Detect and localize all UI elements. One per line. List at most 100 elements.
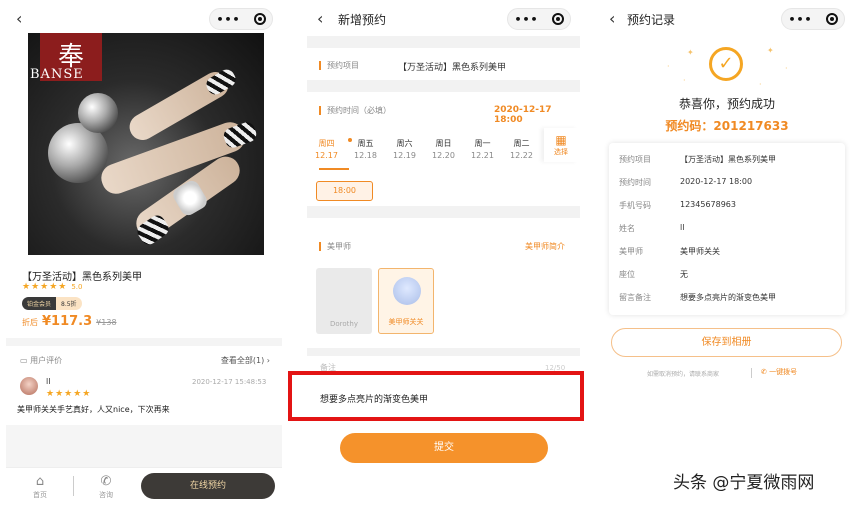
tab-divider: [73, 476, 74, 496]
selected-day-indicator: [319, 168, 349, 170]
calendar-icon: ▦: [555, 133, 567, 147]
member-discount-badge: 铂金会员 8.5折: [22, 297, 82, 310]
tab-home-label: 首页: [33, 491, 47, 499]
technician-name: 美甲师关关: [388, 318, 424, 326]
reviewer-avatar: [20, 377, 38, 395]
technician-label: 美甲师: [319, 242, 351, 251]
project-value: 【万圣活动】黑色系列美甲: [398, 63, 507, 73]
rating-value: 5.0: [71, 283, 83, 291]
close-target-icon[interactable]: [253, 13, 266, 25]
reviews-label: ▭ 用户评价: [20, 356, 63, 365]
submit-button[interactable]: 提交: [340, 433, 548, 463]
project-label: 预约项目: [319, 61, 359, 70]
view-all-reviews-link[interactable]: 查看全部(1) ›: [221, 355, 270, 366]
review-text: 美甲师关关手艺真好，人又nice，下次再来: [17, 405, 170, 414]
sparkle-icon: ✦: [687, 48, 694, 57]
review-header: ▭ 用户评价 查看全部(1) ›: [20, 355, 270, 366]
today-dot: [348, 138, 352, 142]
discount-price: ¥117.3: [42, 314, 93, 329]
day-option[interactable]: 周六 12.19: [385, 138, 424, 162]
back-arrow-icon[interactable]: ‹: [317, 9, 323, 28]
comment-icon: ▭: [20, 356, 31, 365]
success-check-icon: ✓: [709, 47, 743, 81]
mini-program-capsule[interactable]: •••: [507, 8, 571, 30]
technician-option[interactable]: Dorothy: [316, 268, 372, 334]
time-slot-chip[interactable]: 18:00: [316, 181, 373, 201]
booking-record-screen: ‹ 预约记录 ••• · ✦ · ✦ · · ✓ 恭喜你，预约成功 预约码：20…: [599, 0, 855, 506]
hint-divider: [751, 368, 752, 378]
info-row: 座位无: [619, 270, 688, 279]
price-label: 折后: [22, 318, 38, 327]
booking-code-value: 201217633: [713, 119, 789, 133]
tab-consult[interactable]: ✆ 咨询: [86, 474, 126, 500]
time-label: 预约时间（必填）: [319, 106, 391, 115]
cancel-hint: 如需取消预约，请联系商家: [647, 371, 720, 378]
booking-info-card: 预约项目 【万圣活动】黑色系列美甲 预约时间 2020-12-17 18:00 手机…: [609, 143, 845, 315]
booking-code-label: 预约码：: [665, 119, 714, 133]
sparkle-icon: ·: [759, 80, 762, 89]
technician-avatar: [393, 277, 421, 305]
save-to-album-button[interactable]: 保存到相册: [611, 328, 842, 357]
product-rating: ★★★★★ 5.0: [22, 282, 82, 292]
member-badge: 铂金会员: [22, 297, 57, 310]
close-target-icon[interactable]: [551, 13, 564, 25]
page-title: 预约记录: [627, 13, 676, 27]
product-title: 【万圣活动】黑色系列美甲: [22, 272, 142, 283]
time-value: 2020-12-17 18:00: [494, 105, 552, 125]
info-row: 留言备注 想要多点亮片的渐变色美甲: [619, 293, 776, 302]
new-booking-screen: ‹ 新增预约 ••• 预约项目 【万圣活动】黑色系列美甲 预约时间（必填） 20…: [307, 0, 580, 506]
mini-program-capsule[interactable]: •••: [781, 8, 845, 30]
info-row: 美甲师 美甲师关关: [619, 247, 720, 256]
bottom-tab-bar: ⌂ 首页 ✆ 咨询 在线预约: [6, 467, 282, 506]
technician-intro-link[interactable]: 美甲师简介: [525, 241, 565, 252]
back-arrow-icon[interactable]: ‹: [609, 9, 615, 28]
info-row: 预约项目 【万圣活动】黑色系列美甲: [619, 155, 776, 164]
star-icons: ★★★★★: [22, 282, 68, 292]
more-icon[interactable]: •••: [514, 13, 538, 26]
sparkle-icon: ·: [785, 64, 788, 73]
day-option[interactable]: 周五 12.18: [346, 138, 385, 162]
review-stars: ★★★★★: [46, 389, 92, 399]
technician-option-selected[interactable]: 美甲师关关: [378, 268, 434, 334]
day-option[interactable]: 周日 12.20: [424, 138, 463, 162]
more-icon[interactable]: •••: [788, 13, 812, 26]
sparkle-icon: ✦: [767, 46, 774, 55]
more-icon[interactable]: •••: [216, 13, 240, 26]
one-click-dial-link[interactable]: ✆ 一键拨号: [761, 367, 797, 377]
discount-badge: 8.5折: [56, 297, 82, 310]
phone-icon: ✆: [100, 474, 112, 489]
price-row: 折后 ¥117.3 ¥138: [22, 314, 117, 329]
page-title: 新增预约: [338, 13, 387, 27]
technician-name: Dorothy: [329, 320, 358, 328]
sparkle-icon: ·: [683, 76, 686, 85]
day-option[interactable]: 周二 12.22: [502, 138, 541, 162]
tab-home[interactable]: ⌂ 首页: [20, 474, 60, 500]
project-card: 预约项目 【万圣活动】黑色系列美甲: [307, 48, 580, 80]
brand-logo-text: BANSE: [30, 67, 84, 82]
booking-code: 预约码：201217633: [599, 117, 855, 134]
calendar-select-button[interactable]: ▦ 选择: [544, 128, 578, 162]
note-text[interactable]: 想要多点亮片的渐变色美甲: [320, 392, 428, 405]
original-price: ¥138: [96, 318, 117, 327]
online-booking-button[interactable]: 在线预约: [141, 473, 275, 499]
home-icon: ⌂: [35, 474, 45, 489]
tab-consult-label: 咨询: [99, 491, 113, 499]
product-photo: 奉 BANSE: [28, 33, 264, 255]
ring-shape: [78, 93, 118, 133]
day-option[interactable]: 周四 12.17: [307, 138, 346, 162]
nav-bar: ‹ 新增预约 •••: [307, 0, 580, 36]
watermark: 头条 @宁夏微雨网: [673, 473, 815, 493]
info-row: 手机号码 12345678963: [619, 200, 736, 210]
note-highlight-box: 想要多点亮片的渐变色美甲: [288, 371, 584, 421]
day-option[interactable]: 周一 12.21: [463, 138, 502, 162]
success-message: 恭喜你，预约成功: [678, 97, 775, 111]
calendar-label: 选择: [554, 148, 568, 156]
product-detail-screen: ‹ ••• 奉 BANSE 【万圣活动】黑色系列美甲 ★★★★★ 5.0 铂金会…: [6, 0, 282, 506]
info-row: 姓名 ll: [619, 223, 685, 233]
back-arrow-icon[interactable]: ‹: [16, 9, 22, 28]
mini-program-capsule[interactable]: •••: [209, 8, 273, 30]
page-background: [6, 425, 282, 467]
review-date: 2020-12-17 15:48:53: [192, 378, 267, 386]
phone-icon: ✆: [761, 368, 770, 376]
close-target-icon[interactable]: [825, 13, 838, 25]
